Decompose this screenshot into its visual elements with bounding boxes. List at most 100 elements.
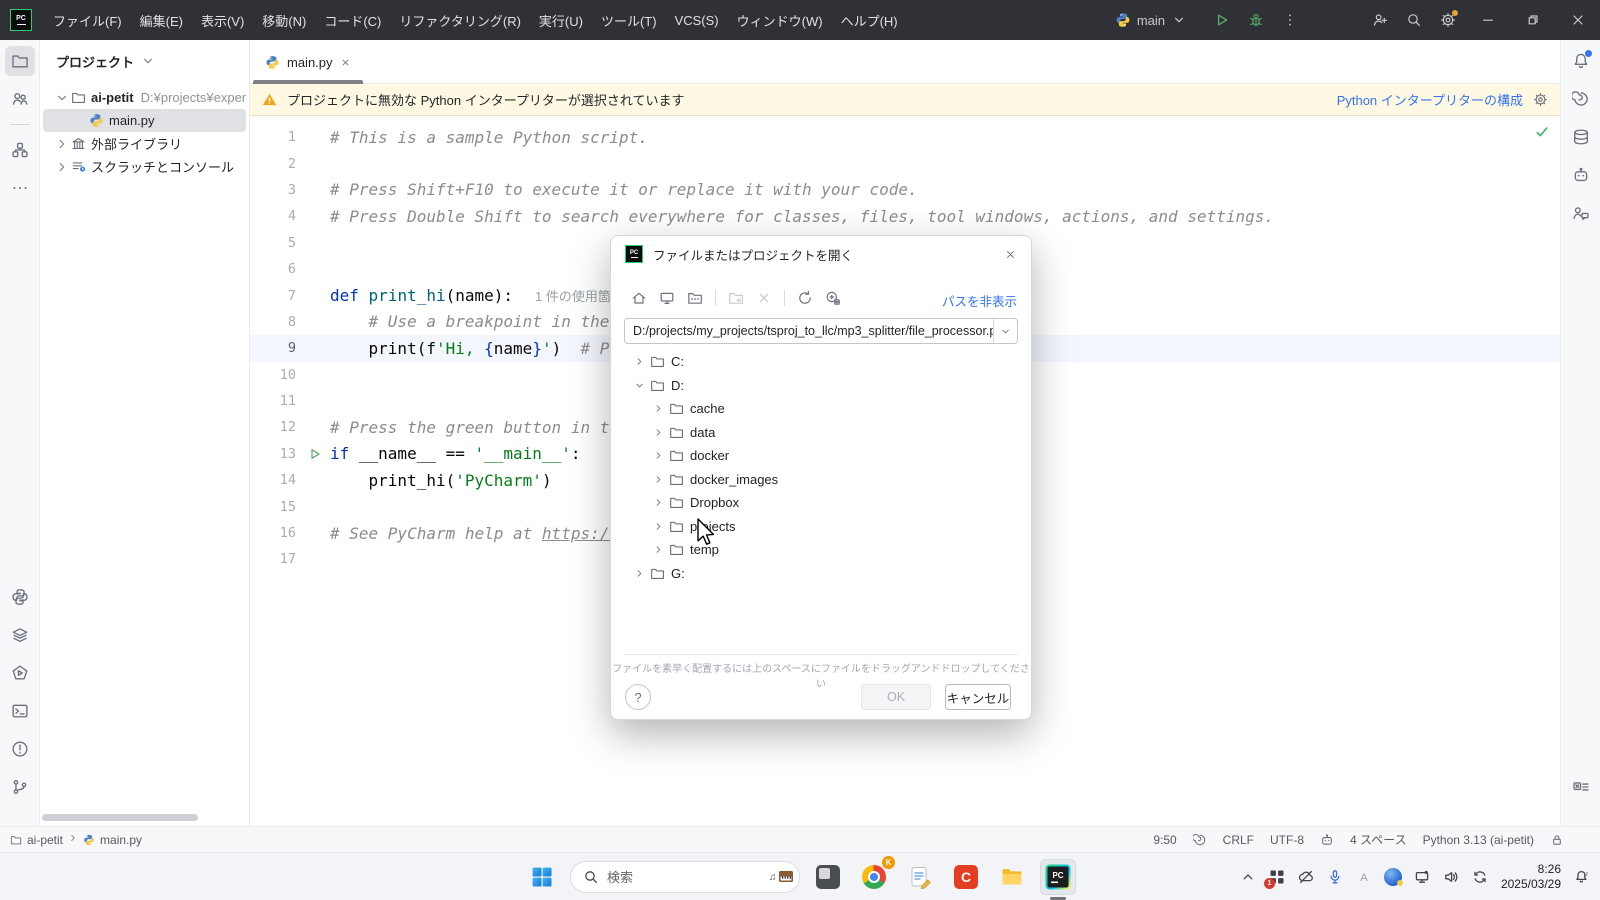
dialog-toolbar-project-directory-button[interactable] (683, 286, 707, 310)
dialog-toolbar-show-path-button[interactable] (821, 286, 845, 310)
tool-button-terminal[interactable] (5, 696, 35, 726)
tool-button-code-with-me[interactable] (1566, 198, 1596, 228)
chevron-right-icon[interactable] (631, 567, 648, 580)
dialog-tree-item-6[interactable]: Dropbox (617, 491, 1025, 515)
tray-display[interactable] (1412, 862, 1432, 892)
dialog-tree-item-0[interactable]: C: (617, 350, 1025, 374)
ai-assistant-status[interactable] (1193, 833, 1207, 847)
menu-item-4[interactable]: コード(C) (315, 0, 390, 40)
breadcrumb-item-0[interactable]: ai-petit (10, 833, 63, 847)
dialog-tree-item-1[interactable]: D: (617, 374, 1025, 398)
breadcrumb-item-1[interactable]: main.py (83, 833, 142, 847)
tool-button-database[interactable] (1566, 122, 1596, 152)
tool-button-more-tool-windows[interactable] (5, 173, 35, 203)
tray-clock[interactable]: 8:262025/03/29 (1501, 862, 1561, 892)
search-everywhere-button[interactable] (1397, 5, 1431, 35)
project-tree-item-1[interactable]: main.py (43, 109, 246, 132)
run-button[interactable] (1205, 5, 1239, 35)
configure-interpreter-link[interactable]: Python インタープリターの構成 (1337, 90, 1523, 109)
tool-button-structure[interactable] (5, 135, 35, 165)
tray-notification-center[interactable]: z (1572, 862, 1592, 892)
tool-button-project[interactable] (5, 46, 35, 76)
taskbar-app-notepad[interactable] (902, 859, 938, 895)
dialog-tree-item-2[interactable]: cache (617, 397, 1025, 421)
tool-button-services[interactable] (5, 620, 35, 650)
chevron-right-icon[interactable] (53, 136, 71, 152)
dialog-tree-item-8[interactable]: temp (617, 538, 1025, 562)
ok-button[interactable]: OK (861, 684, 931, 710)
tool-button-ime-toolbar[interactable] (1566, 772, 1596, 802)
taskbar-app-pycharm[interactable]: PC (1040, 859, 1076, 895)
status-9-50[interactable]: 9:50 (1153, 833, 1176, 847)
ai-status[interactable] (1320, 833, 1334, 847)
status-python-3-13-ai-petit-[interactable]: Python 3.13 (ai-petit) (1423, 833, 1534, 847)
chevron-down-icon[interactable] (993, 319, 1017, 343)
tab-close-icon[interactable] (340, 57, 351, 68)
project-tree-item-3[interactable]: スクラッチとコンソール (43, 155, 246, 178)
status-utf-8[interactable]: UTF-8 (1270, 833, 1304, 847)
code-line-1[interactable]: 1# This is a sample Python script. (250, 124, 1560, 150)
tray-expand[interactable] (1238, 862, 1258, 892)
tool-button-version-control[interactable] (5, 772, 35, 802)
menu-item-3[interactable]: 移動(N) (253, 0, 315, 40)
tool-button-problems[interactable] (5, 734, 35, 764)
chevron-down-icon[interactable] (631, 379, 648, 392)
menu-item-6[interactable]: 実行(U) (530, 0, 592, 40)
tray-assistant[interactable] (1383, 862, 1403, 892)
code-line-4[interactable]: 4# Press Double Shift to search everywhe… (250, 203, 1560, 229)
chevron-right-icon[interactable] (650, 449, 667, 462)
minimize-button[interactable] (1465, 0, 1510, 40)
chevron-down-icon[interactable] (53, 90, 71, 106)
chevron-right-icon[interactable] (650, 473, 667, 486)
dialog-toolbar-home-button[interactable] (627, 286, 651, 310)
status-4-[interactable]: 4 スペース (1350, 831, 1407, 848)
chevron-down-icon[interactable] (140, 53, 156, 69)
banner-settings-icon[interactable] (1533, 92, 1548, 107)
menu-item-9[interactable]: ウィンドウ(W) (728, 0, 832, 40)
taskbar-app-explorer[interactable] (994, 859, 1030, 895)
taskbar-app-chrome[interactable]: K (856, 859, 892, 895)
tool-button-notifications[interactable] (1566, 46, 1596, 76)
dialog-tree-item-3[interactable]: data (617, 421, 1025, 445)
path-combobox[interactable]: D:/projects/my_projects/tsproj_to_llc/mp… (624, 318, 1018, 344)
tray-microphone[interactable] (1325, 862, 1345, 892)
tray-onedrive-paused[interactable] (1296, 862, 1316, 892)
tool-button-python-packages[interactable] (5, 582, 35, 612)
menu-item-5[interactable]: リファクタリング(R) (390, 0, 530, 40)
code-line-2[interactable]: 2 (250, 150, 1560, 176)
horizontal-scrollbar[interactable] (42, 814, 198, 821)
tool-button-ai-assistant[interactable] (1566, 84, 1596, 114)
tab-main-py[interactable]: main.py (253, 40, 363, 84)
menu-item-10[interactable]: ヘルプ(H) (832, 0, 907, 40)
project-tree-item-0[interactable]: ai-petitD:¥projects¥experimen (43, 86, 246, 109)
debug-button[interactable] (1239, 5, 1273, 35)
hide-path-link[interactable]: パスを非表示 (942, 291, 1017, 310)
chevron-right-icon[interactable] (631, 355, 648, 368)
tray-app-grid[interactable]: 1 (1267, 862, 1287, 892)
tray-volume[interactable] (1441, 862, 1461, 892)
close-button[interactable] (1555, 0, 1600, 40)
tool-button-pull-requests[interactable] (5, 84, 35, 114)
dialog-tree-item-4[interactable]: docker (617, 444, 1025, 468)
run-config-selector[interactable]: main (1105, 12, 1197, 28)
dialog-close-icon[interactable] (1004, 248, 1017, 261)
dialog-toolbar-refresh-button[interactable] (793, 286, 817, 310)
inspection-check-icon[interactable] (1534, 124, 1550, 143)
tool-button-ai-chat[interactable] (1566, 160, 1596, 190)
maximize-button[interactable] (1510, 0, 1555, 40)
chevron-right-icon[interactable] (650, 496, 667, 509)
more-actions-button[interactable] (1273, 5, 1307, 35)
readonly-toggle[interactable] (1550, 833, 1564, 847)
cancel-button[interactable]: キャンセル (945, 684, 1011, 710)
menu-item-8[interactable]: VCS(S) (666, 0, 728, 40)
chevron-right-icon[interactable] (650, 402, 667, 415)
taskbar-app-start[interactable] (524, 859, 560, 895)
chevron-right-icon[interactable] (650, 520, 667, 533)
help-button[interactable]: ? (625, 684, 651, 710)
code-line-3[interactable]: 3# Press Shift+F10 to execute it or repl… (250, 177, 1560, 203)
dialog-tree-item-5[interactable]: docker_images (617, 468, 1025, 492)
settings-button[interactable] (1431, 5, 1465, 35)
chevron-right-icon[interactable] (650, 426, 667, 439)
menu-item-1[interactable]: 編集(E) (131, 0, 192, 40)
taskbar-app-camtasia[interactable]: C (948, 859, 984, 895)
